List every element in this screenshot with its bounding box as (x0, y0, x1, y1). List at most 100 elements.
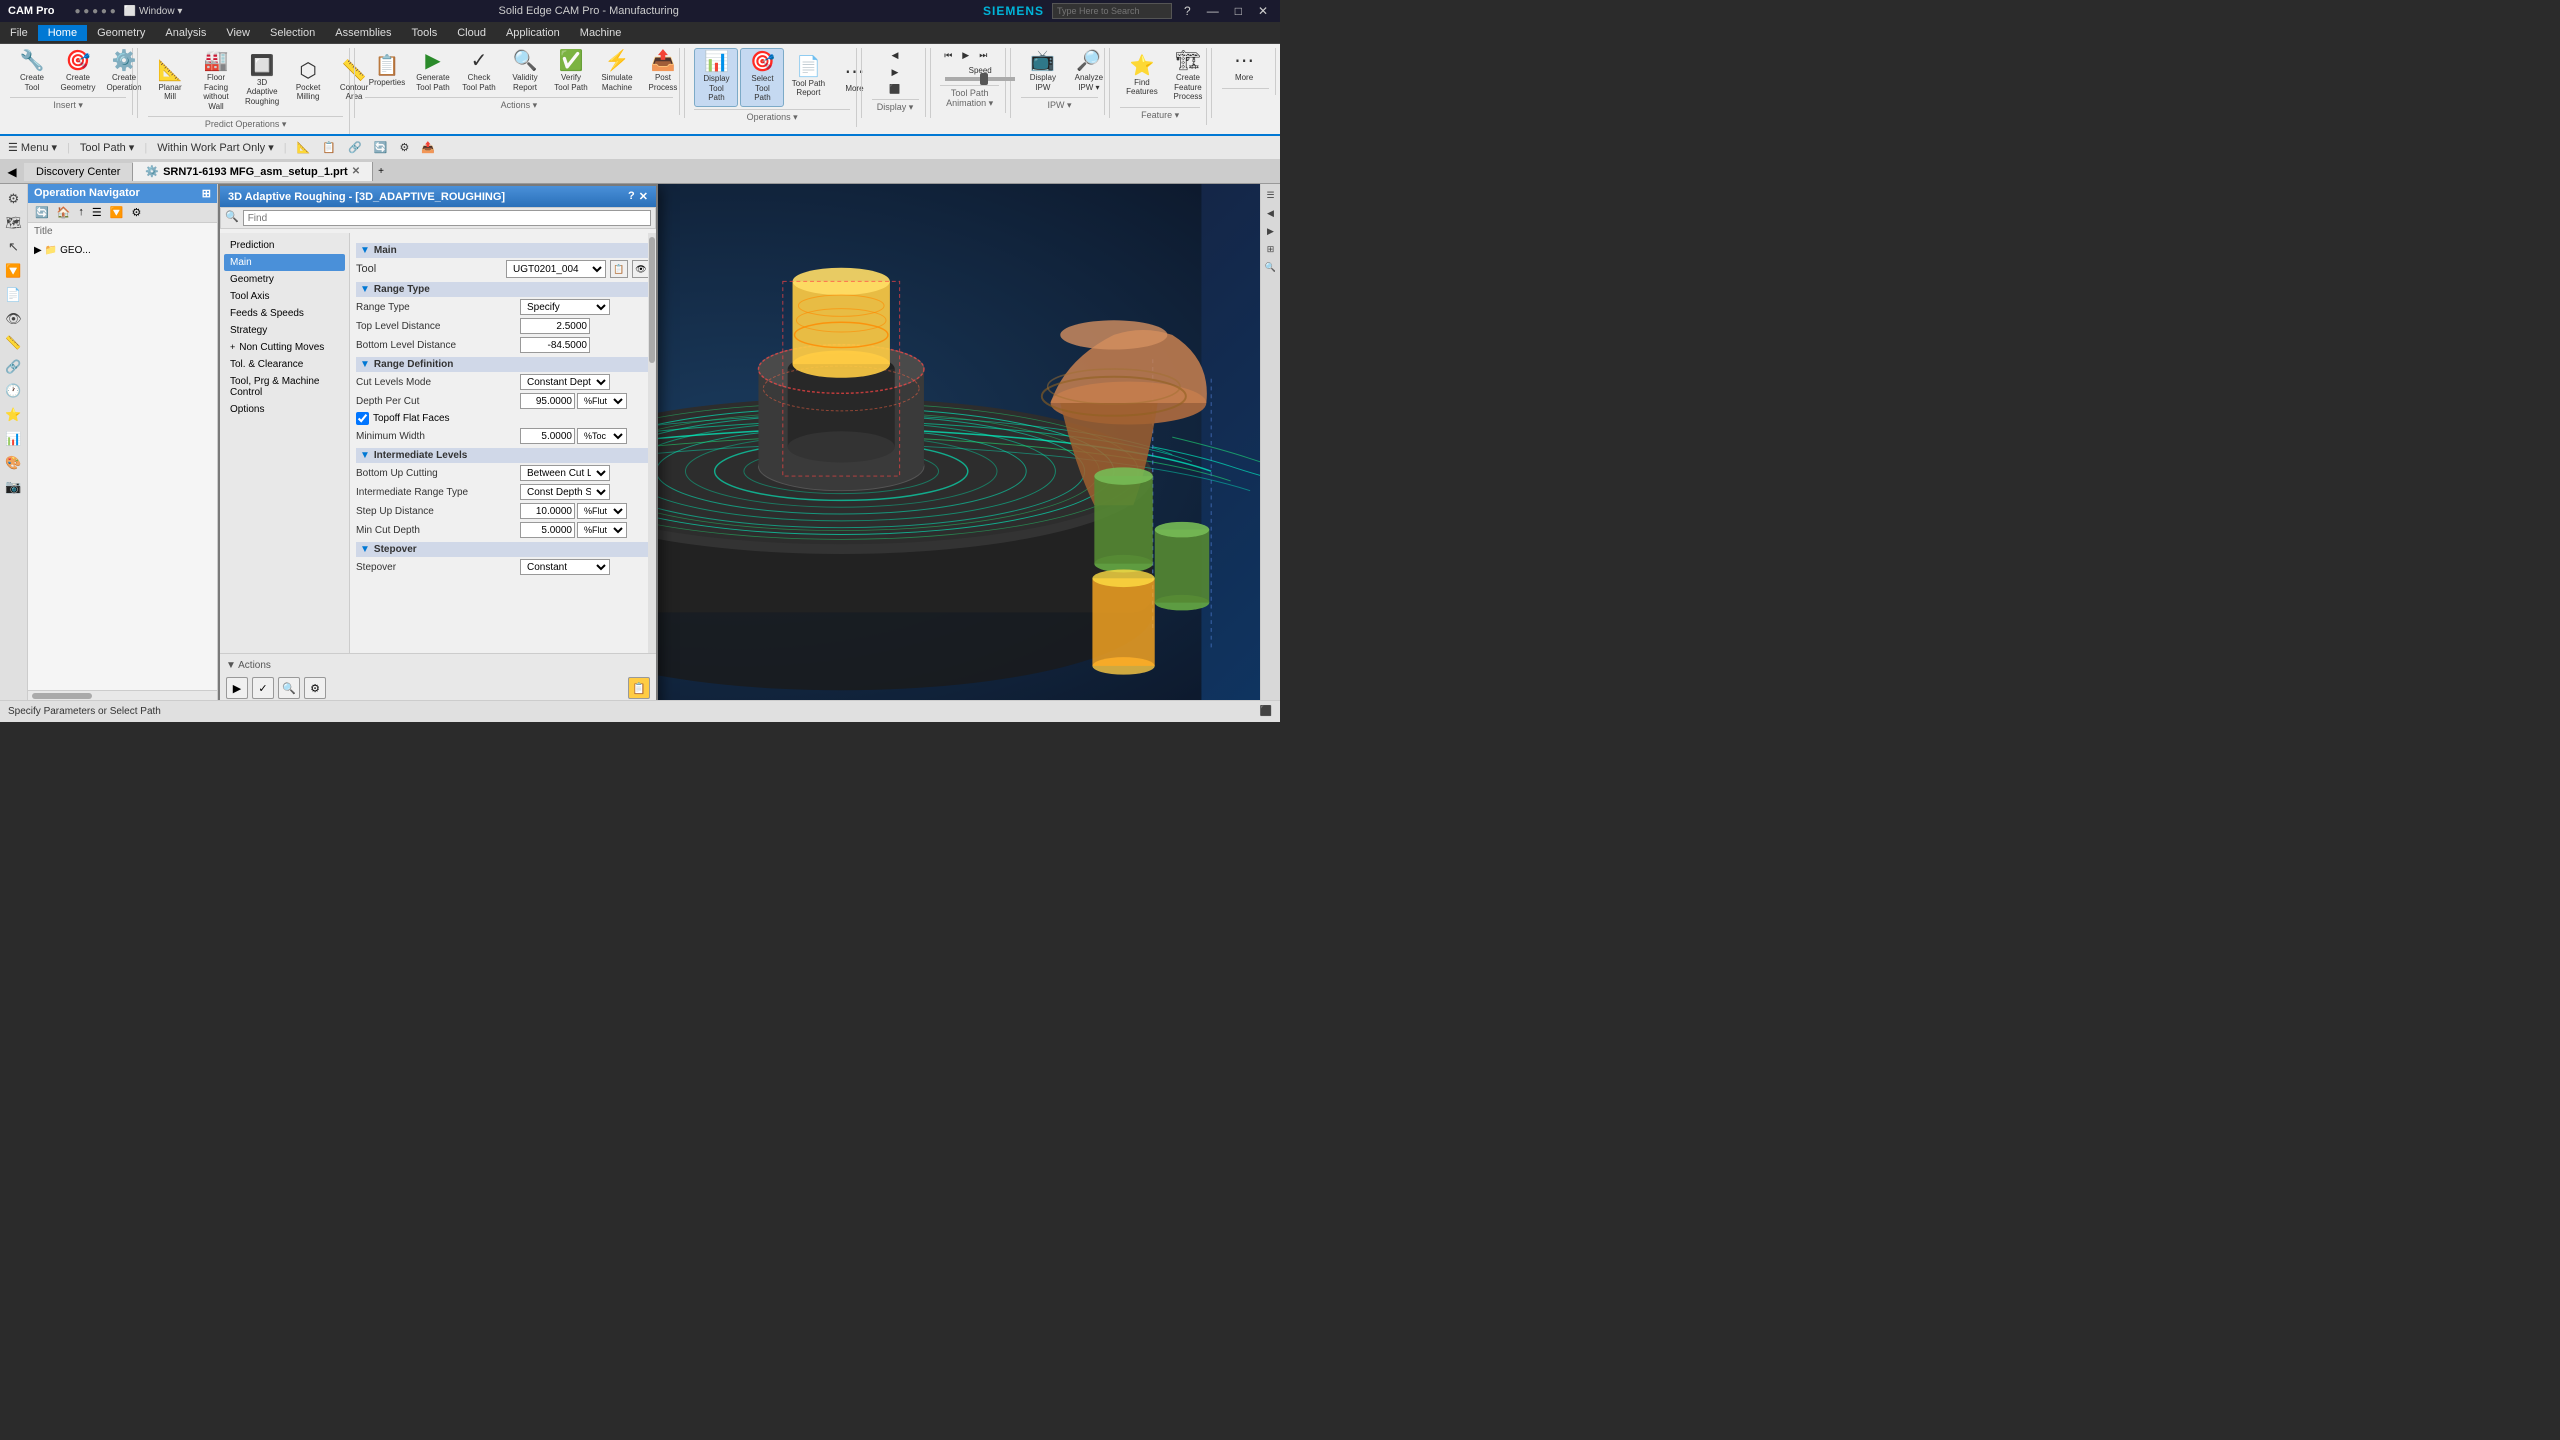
3d-view[interactable]: X Y Z 3D Adaptive Roughing - [3D_ADAPTIV… (218, 184, 1260, 700)
action-check-btn[interactable]: ✓ (252, 677, 274, 699)
post-process-btn[interactable]: 📤 Post Process (641, 48, 685, 95)
tb-icon5[interactable]: ⚙ (395, 140, 413, 155)
nav-list-btn[interactable]: ☰ (89, 205, 105, 220)
nav-up-btn[interactable]: ↑ (75, 205, 87, 220)
menu-view[interactable]: View (216, 25, 260, 41)
bottom-level-input[interactable] (520, 337, 590, 353)
boundary-dropdown[interactable]: Within Work Part Only ▾ (153, 140, 278, 155)
menu-machine[interactable]: Machine (570, 25, 632, 41)
dnav-tol[interactable]: Tol. & Clearance (224, 356, 345, 373)
rsb-icon1[interactable]: ☰ (1263, 187, 1279, 203)
sb-camera-icon[interactable]: 📷 (3, 476, 25, 498)
tb-icon6[interactable]: 📤 (417, 140, 439, 155)
tab-mfg[interactable]: ⚙️ SRN71-6193 MFG_asm_setup_1.prt ✕ (133, 162, 373, 181)
dnav-non-cutting[interactable]: Non Cutting Moves (224, 339, 345, 356)
check-toolpath-btn[interactable]: ✓ Check Tool Path (457, 48, 501, 95)
help-btn[interactable]: ? (1180, 4, 1195, 18)
nav-refresh-btn[interactable]: 🔄 (32, 205, 52, 220)
dnav-tool-axis[interactable]: Tool Axis (224, 288, 345, 305)
more-btn[interactable]: ⋯ More (1222, 48, 1266, 86)
menu-home[interactable]: Home (38, 25, 87, 41)
action-generate-btn[interactable]: ▶ (226, 677, 248, 699)
maximize-btn[interactable]: □ (1231, 4, 1246, 18)
dialog-close-btn[interactable]: ✕ (639, 190, 648, 203)
create-operation-btn[interactable]: ⚙️ Create Operation (102, 48, 146, 95)
analyze-ipw-btn[interactable]: 🔎 Analyze IPW ▾ (1067, 48, 1111, 95)
menu-dropdown-btn[interactable]: ☰ Menu ▾ (4, 140, 61, 155)
nav-scroll-thumb[interactable] (32, 693, 92, 699)
depth-unit-select[interactable]: %Flut (577, 393, 627, 409)
anim-next-btn[interactable]: ⏭ (975, 48, 991, 63)
menu-analysis[interactable]: Analysis (155, 25, 216, 41)
display-toolpath-btn[interactable]: 📊 Display Tool Path (694, 48, 738, 107)
search-input[interactable] (1052, 3, 1172, 19)
sb-measure-icon[interactable]: 📏 (3, 332, 25, 354)
section-range-type-header[interactable]: ▼ Range Type (356, 282, 650, 297)
close-btn[interactable]: ✕ (1254, 4, 1272, 18)
find-features-btn[interactable]: ⭐ Find Features (1120, 53, 1164, 100)
min-width-unit-select[interactable]: %Toc (577, 428, 627, 444)
display-ipw-btn[interactable]: 📺 Display IPW (1021, 48, 1065, 95)
speed-slider[interactable] (945, 77, 1015, 81)
section-range-def-header[interactable]: ▼ Range Definition (356, 357, 650, 372)
sb-history-icon[interactable]: 🕐 (3, 380, 25, 402)
tb-icon2[interactable]: 📋 (318, 140, 340, 155)
sb-settings-icon[interactable]: ⚙ (3, 188, 25, 210)
range-type-select[interactable]: Specify (520, 299, 610, 315)
menu-application[interactable]: Application (496, 25, 570, 41)
find-input[interactable] (243, 210, 651, 226)
tab-mfg-close[interactable]: ✕ (352, 166, 360, 177)
sb-select-icon[interactable]: ↖ (3, 236, 25, 258)
toolpath-report-btn[interactable]: 📄 Tool Path Report (786, 54, 830, 101)
generate-toolpath-btn[interactable]: ▶ Generate Tool Path (411, 48, 455, 95)
section-main-header[interactable]: ▼ Main (356, 243, 650, 258)
sb-layer-icon[interactable]: 📄 (3, 284, 25, 306)
dialog-title-bar[interactable]: 3D Adaptive Roughing - [3D_ADAPTIVE_ROUG… (220, 186, 656, 207)
sb-nav-icon[interactable]: 🗺 (3, 212, 25, 234)
top-level-input[interactable] (520, 318, 590, 334)
sb-view-icon[interactable]: 👁 (3, 308, 25, 330)
tree-root[interactable]: ▶ 📁 GEO... (32, 244, 213, 257)
nav-home-btn[interactable]: 🏠 (54, 205, 74, 220)
select-toolpath-btn[interactable]: 🎯 Select Tool Path (740, 48, 784, 107)
verify-toolpath-btn[interactable]: ✅ Verify Tool Path (549, 48, 593, 95)
simulate-machine-btn[interactable]: ⚡ Simulate Machine (595, 48, 639, 95)
sb-analysis-icon[interactable]: 📊 (3, 428, 25, 450)
section-intermediate-header[interactable]: ▼ Intermediate Levels (356, 448, 650, 463)
menu-cloud[interactable]: Cloud (447, 25, 496, 41)
tb-icon4[interactable]: 🔄 (370, 140, 392, 155)
rsb-icon2[interactable]: ◀ (1263, 205, 1279, 221)
planar-mill-btn[interactable]: 📐 Planar Mill (148, 58, 192, 105)
stepover-select[interactable]: Constant (520, 559, 610, 575)
sb-snap-icon[interactable]: 🔗 (3, 356, 25, 378)
anim-play-btn[interactable]: ▶ (958, 48, 973, 63)
step-up-input[interactable] (520, 503, 575, 519)
op-nav-expand-icon[interactable]: ⊞ (202, 187, 211, 200)
anim-prev-btn[interactable]: ⏮ (940, 48, 956, 63)
display-prev-btn[interactable]: ◀ (888, 48, 903, 63)
minimize-btn[interactable]: — (1203, 4, 1223, 18)
dnav-options[interactable]: Options (224, 401, 345, 418)
menu-assemblies[interactable]: Assemblies (325, 25, 401, 41)
tool-select[interactable]: UGT0201_004 (506, 260, 606, 278)
nav-left-btn[interactable]: ◀ (0, 165, 24, 179)
depth-per-cut-input[interactable] (520, 393, 575, 409)
actions-expand[interactable]: ▼ (226, 660, 236, 671)
sb-feature-icon[interactable]: ⭐ (3, 404, 25, 426)
topoff-checkbox[interactable] (356, 412, 369, 425)
content-scroll[interactable] (648, 233, 656, 653)
action-more-btn[interactable]: 📋 (628, 677, 650, 699)
rsb-icon5[interactable]: 🔍 (1263, 259, 1279, 275)
sb-render-icon[interactable]: 🎨 (3, 452, 25, 474)
dnav-geometry[interactable]: Geometry (224, 271, 345, 288)
action-simulate-btn[interactable]: ⚙ (304, 677, 326, 699)
menu-geometry[interactable]: Geometry (87, 25, 155, 41)
floor-facing-btn[interactable]: 🏭 Floor Facing without Wall (194, 48, 238, 114)
min-cut-input[interactable] (520, 522, 575, 538)
min-cut-unit-select[interactable]: %Flut (577, 522, 627, 538)
step-up-unit-select[interactable]: %Flut (577, 503, 627, 519)
nav-settings-btn[interactable]: ⚙ (128, 205, 144, 220)
dnav-strategy[interactable]: Strategy (224, 322, 345, 339)
rsb-icon4[interactable]: ⊞ (1263, 241, 1279, 257)
action-verify-btn[interactable]: 🔍 (278, 677, 300, 699)
